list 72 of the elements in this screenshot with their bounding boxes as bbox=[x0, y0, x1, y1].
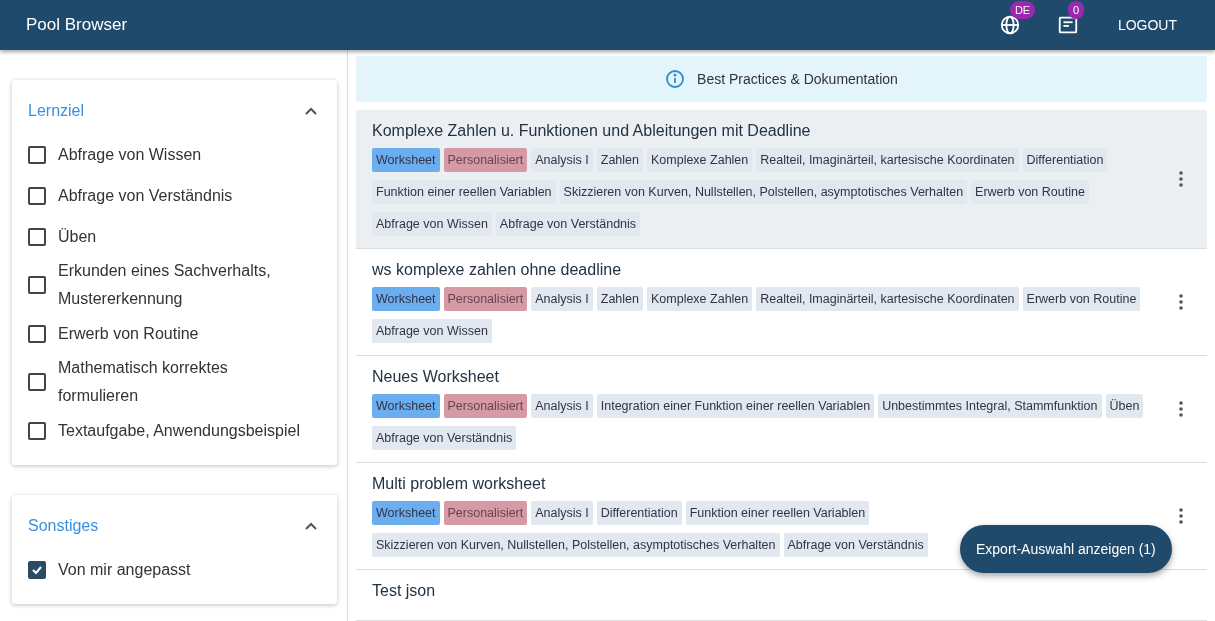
worksheet-title: Multi problem worksheet bbox=[372, 475, 547, 493]
checkbox-label: Erwerb von Routine bbox=[58, 323, 199, 344]
checkbox[interactable] bbox=[28, 276, 46, 294]
filter-title: Lernziel bbox=[28, 102, 85, 120]
export-button[interactable]: Export-Auswahl anzeigen (1) bbox=[960, 525, 1172, 573]
checkbox-label: Mathematisch korrektes formulieren bbox=[58, 358, 229, 406]
worksheet-title: Neues Worksheet bbox=[372, 368, 500, 386]
checkbox[interactable] bbox=[28, 324, 46, 343]
notification-count-badge: 0 bbox=[1067, 1, 1084, 19]
tag: Integration einer Funktion einer reellen Variablen bbox=[596, 394, 875, 418]
tag: Komplexe Zahlen bbox=[647, 148, 753, 172]
tag: Realteil, Imaginärteil, kartesische Koordinaten bbox=[756, 287, 1019, 311]
checkbox[interactable] bbox=[28, 421, 46, 440]
banner-text: Best Practices & Dokumentation bbox=[697, 71, 898, 87]
checkbox-label: Von mir angepasst bbox=[58, 559, 191, 580]
app-title: Pool Browser bbox=[26, 15, 129, 35]
tag: Funktion einer reellen Variablen bbox=[372, 180, 556, 204]
tag: Komplexe Zahlen bbox=[647, 287, 753, 311]
checkbox[interactable] bbox=[28, 560, 46, 579]
filter-title: Sonstiges bbox=[28, 517, 99, 535]
worksheet-title: Test json bbox=[372, 582, 437, 600]
tag: Abfrage von Verständnis bbox=[495, 212, 641, 236]
tag: Analysis I bbox=[531, 148, 593, 172]
tag: Abfrage von Wissen bbox=[372, 212, 492, 236]
tag: Analysis I bbox=[531, 501, 593, 525]
tag: Funktion einer reellen Variablen bbox=[685, 501, 870, 525]
tag: Unbestimmtes Integral, Stammfunktion bbox=[878, 394, 1102, 418]
checkbox[interactable] bbox=[28, 227, 46, 246]
tag: Analysis I bbox=[531, 394, 593, 418]
tag: Worksheet bbox=[372, 148, 440, 172]
worksheet-title: ws komplexe zahlen ohne deadline bbox=[372, 261, 623, 279]
tag: Skizzieren von Kurven, Nullstellen, Polstellen, asymptotisches Verhalten bbox=[372, 533, 780, 557]
checkbox[interactable] bbox=[28, 145, 46, 164]
tag: Zahlen bbox=[596, 287, 643, 311]
worksheet-title: Komplexe Zahlen u. Funktionen und Ableitungen mit Deadline bbox=[372, 122, 812, 140]
tag: Erwerb von Routine bbox=[1022, 287, 1141, 311]
message-icon bbox=[1056, 14, 1079, 36]
worksheet-item[interactable]: ws komplexe zahlen ohne deadline Worksheet Personalisiert Analysis I Zahlen Komplexe Zahlen Realteil, Imaginärteil, kartesische Koordinaten Erwerb von Routine Abfrage von Wissen bbox=[356, 249, 1207, 356]
worksheet-item[interactable]: Neues Worksheet Worksheet Personalisiert Analysis I Integration einer Funktion einer reellen Variablen Unbestimmtes Integral, Stammfunktion Üben Abfrage von Verständnis bbox=[356, 356, 1207, 463]
tag: Üben bbox=[1105, 394, 1144, 418]
tag: Differentiation bbox=[596, 501, 682, 525]
tag: Erwerb von Routine bbox=[971, 180, 1089, 204]
language-button[interactable]: DE bbox=[997, 1, 1038, 37]
tag: Personalisiert bbox=[443, 501, 528, 525]
checkbox-label: Erkunden eines Sachverhalts, Mustererkennung bbox=[58, 261, 272, 309]
globe-icon bbox=[998, 14, 1021, 36]
checkbox-label: Abfrage von Verständnis bbox=[58, 185, 233, 206]
tag: Personalisiert bbox=[443, 148, 528, 172]
tag: Abfrage von Verständnis bbox=[372, 426, 517, 450]
tag: Realteil, Imaginärteil, kartesische Koordinaten bbox=[756, 148, 1019, 172]
checkbox[interactable] bbox=[28, 186, 46, 205]
tag: Zahlen bbox=[596, 148, 643, 172]
language-badge: DE bbox=[1009, 1, 1036, 19]
checkbox[interactable] bbox=[28, 373, 46, 391]
tag: Personalisiert bbox=[443, 287, 528, 311]
worksheet-item[interactable] bbox=[356, 110, 1207, 249]
checkbox-label: Textaufgabe, Anwendungsbeispiel bbox=[58, 420, 300, 441]
tag: Worksheet bbox=[372, 394, 440, 418]
tag: Analysis I bbox=[531, 287, 593, 311]
tag: Skizzieren von Kurven, Nullstellen, Polstellen, asymptotisches Verhalten bbox=[559, 180, 968, 204]
tag: Abfrage von Verständnis bbox=[783, 533, 928, 557]
checkbox-label: Abfrage von Wissen bbox=[58, 144, 202, 165]
info-icon bbox=[665, 69, 686, 89]
tag: Worksheet bbox=[372, 287, 440, 311]
tag: Worksheet bbox=[372, 501, 440, 525]
info-banner[interactable]: Best Practices & Dokumentation bbox=[356, 56, 1207, 102]
tag: Abfrage von Wissen bbox=[372, 319, 492, 343]
notifications-button[interactable]: 0 bbox=[1055, 1, 1096, 37]
tag: Differentiation bbox=[1022, 148, 1108, 172]
logout-button[interactable]: LOGOUT bbox=[1113, 11, 1181, 39]
tag: Personalisiert bbox=[443, 394, 528, 418]
checkbox-label: Üben bbox=[58, 226, 97, 247]
